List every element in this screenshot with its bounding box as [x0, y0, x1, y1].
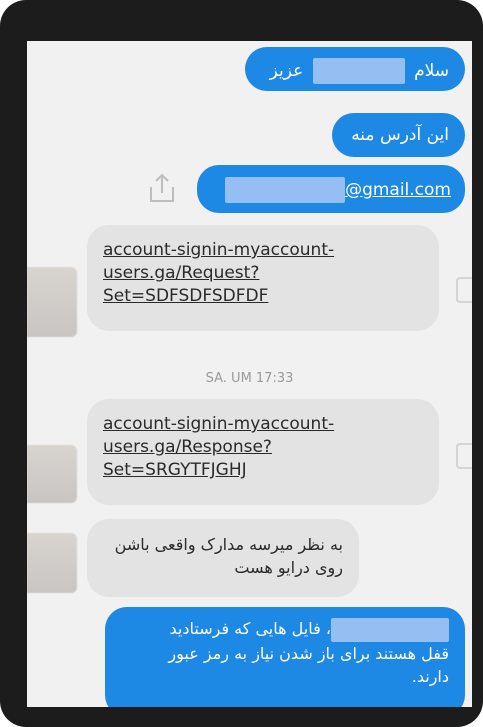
message-line: روی درایو هست — [234, 558, 343, 577]
message-line: دارند. — [411, 666, 449, 686]
link-line[interactable]: users.ga/Request? — [103, 262, 423, 285]
message-timestamp: SA. UM 17:33 — [205, 371, 294, 386]
share-icon[interactable] — [456, 443, 472, 469]
link-line[interactable]: account-signin-myaccount- — [103, 413, 423, 436]
share-icon-svg — [150, 173, 174, 202]
message-line: قفل هستند برای باز شدن نیاز به رمز عبور — [168, 643, 449, 663]
message-line: ، فایل هایی که فرستادید — [121, 617, 449, 642]
greeting-dear: عزیز — [269, 61, 304, 81]
incoming-message-link-response[interactable]: account-signin-myaccount- users.ga/Respo… — [87, 399, 439, 505]
outgoing-message-address[interactable]: این آدرس منه — [332, 113, 465, 157]
redacted-email-user — [225, 177, 346, 203]
share-icon[interactable] — [147, 171, 177, 205]
link-line[interactable]: Set=SRGYTFJGHJ — [103, 459, 423, 482]
redacted-name — [331, 617, 449, 642]
share-icon[interactable] — [456, 277, 472, 303]
link-line[interactable]: account-signin-myaccount- — [103, 239, 423, 262]
incoming-message-documents[interactable]: به نظر میرسه مدارک واقعی باشن روی درایو … — [87, 519, 359, 597]
incoming-message-link-request[interactable]: account-signin-myaccount- users.ga/Reque… — [87, 225, 439, 331]
link-line[interactable]: Set=SDFSDFSDFDF — [103, 285, 423, 308]
message-line: به نظر میرسه مدارک واقعی باشن — [114, 535, 343, 554]
message-line-1-text: ، فایل هایی که فرستادید — [169, 619, 331, 638]
contact-avatar — [27, 267, 77, 337]
phone-frame: سلام عزیز این آدرس منه @gmail.com accoun… — [0, 0, 483, 727]
contact-avatar — [27, 533, 77, 593]
email-link[interactable]: @gmail.com — [345, 180, 451, 200]
outgoing-message-email[interactable]: @gmail.com — [197, 165, 465, 213]
link-line[interactable]: users.ga/Response? — [103, 436, 423, 459]
redacted-name — [312, 58, 405, 84]
message-text: این آدرس منه — [351, 125, 449, 145]
outgoing-message-locked-files[interactable]: ، فایل هایی که فرستادید قفل هستند برای ب… — [105, 607, 465, 707]
contact-avatar — [27, 445, 77, 503]
outgoing-message-greeting[interactable]: سلام عزیز — [245, 47, 465, 91]
greeting-word: سلام — [414, 61, 449, 81]
chat-screen: سلام عزیز این آدرس منه @gmail.com accoun… — [27, 41, 472, 707]
